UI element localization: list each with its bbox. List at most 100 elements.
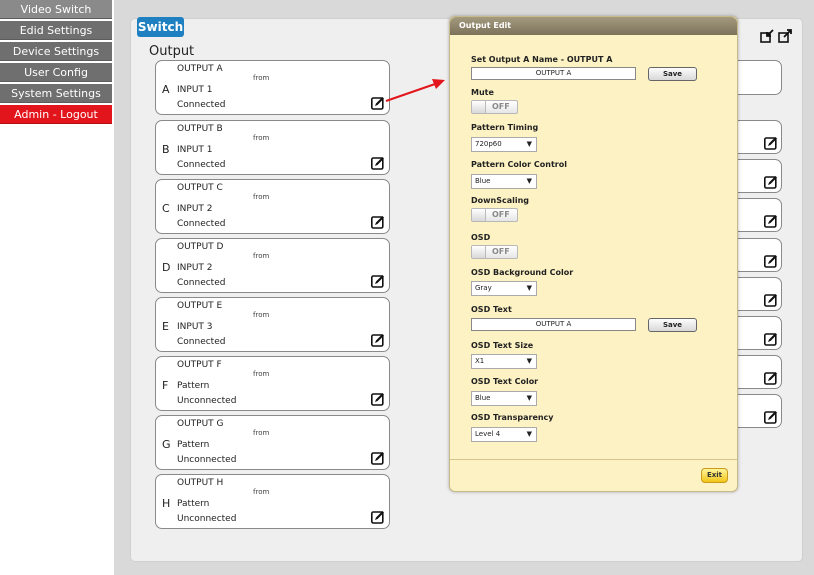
from-label: from [253,429,270,437]
from-label: from [253,370,270,378]
exit-button[interactable]: Exit [701,468,728,483]
edit-icon[interactable] [764,135,778,150]
sidebar-item-video-switch[interactable]: Video Switch [0,0,112,19]
edit-icon[interactable] [371,450,385,465]
output-letter: A [162,83,170,96]
sidebar: Video Switch Edid Settings Device Settin… [0,0,112,126]
save-name-button[interactable]: Save [648,67,697,81]
output-letter: B [162,143,170,156]
output-letter: H [162,497,171,510]
output-source: Pattern [177,440,210,450]
edit-icon[interactable] [371,95,385,110]
output-status: Unconnected [177,455,237,465]
input-card [738,394,782,428]
from-label: from [253,252,270,260]
output-name: OUTPUT H [177,478,224,488]
output-edit-dialog: Output Edit Set Output A Name - OUTPUT A… [449,16,738,492]
output-name: OUTPUT F [177,360,222,370]
from-label: from [253,74,270,82]
sidebar-item-device-settings[interactable]: Device Settings [0,42,112,61]
output-source: INPUT 2 [177,263,213,273]
osd-transparency-select[interactable]: Level 4 ▼ [471,427,537,442]
edit-icon[interactable] [371,332,385,347]
output-name: OUTPUT A [177,64,223,74]
downscaling-toggle[interactable]: OFF [471,208,518,222]
output-name: OUTPUT B [177,124,223,134]
output-name-field[interactable]: OUTPUT A [471,67,636,80]
mute-label: Mute [471,88,494,97]
osd-text-color-select[interactable]: Blue ▼ [471,391,537,406]
from-label: from [253,311,270,319]
edit-icon[interactable] [371,155,385,170]
output-letter: F [162,379,169,392]
output-source: INPUT 1 [177,85,213,95]
sidebar-item-admin-logout[interactable]: Admin - Logout [0,105,112,124]
chevron-down-icon: ▼ [526,430,532,438]
edit-icon[interactable] [371,391,385,406]
input-card [738,60,782,95]
output-source: Pattern [177,381,210,391]
edit-icon[interactable] [764,174,778,189]
pattern-timing-label: Pattern Timing [471,123,539,132]
osd-bg-color-select[interactable]: Gray ▼ [471,281,537,296]
osd-transparency-label: OSD Transparency [471,413,554,422]
input-card [738,277,782,311]
select-value: 720p60 [475,140,502,148]
toggle-knob [472,101,486,113]
output-card: E OUTPUT E from INPUT 3 Connected [155,297,390,352]
output-status: Connected [177,278,226,288]
output-status: Connected [177,337,226,347]
output-letter: G [162,438,171,451]
edit-icon[interactable] [764,409,778,424]
output-name: OUTPUT D [177,242,224,252]
from-label: from [253,488,270,496]
dialog-divider [450,459,737,460]
edit-icon[interactable] [371,509,385,524]
save-osd-text-button[interactable]: Save [648,318,697,332]
input-card [738,120,782,154]
output-name: OUTPUT E [177,301,223,311]
output-status: Unconnected [177,396,237,406]
mute-toggle[interactable]: OFF [471,100,518,114]
chevron-down-icon: ▼ [526,140,532,148]
output-status: Connected [177,160,226,170]
sidebar-item-user-config[interactable]: User Config [0,63,112,82]
edit-icon[interactable] [764,253,778,268]
app-root: Video Switch Edid Settings Device Settin… [0,0,814,575]
osd-bg-color-label: OSD Background Color [471,268,574,277]
osd-toggle[interactable]: OFF [471,245,518,259]
output-source: INPUT 1 [177,145,213,155]
input-card [738,159,782,193]
chevron-down-icon: ▼ [526,357,532,365]
sidebar-item-edid-settings[interactable]: Edid Settings [0,21,112,40]
import-icon[interactable] [760,28,774,43]
edit-icon[interactable] [764,331,778,346]
edit-icon[interactable] [371,273,385,288]
set-name-label: Set Output A Name - OUTPUT A [471,55,613,64]
chevron-down-icon: ▼ [526,284,532,292]
from-label: from [253,134,270,142]
edit-icon[interactable] [371,214,385,229]
edit-icon[interactable] [764,213,778,228]
output-section-title: Output [149,44,195,59]
output-name: OUTPUT G [177,419,224,429]
sidebar-item-system-settings[interactable]: System Settings [0,84,112,103]
dialog-title[interactable]: Output Edit [450,17,737,35]
chevron-down-icon: ▼ [526,177,532,185]
output-card: G OUTPUT G from Pattern Unconnected [155,415,390,470]
select-value: X1 [475,357,485,365]
toggle-state: OFF [492,247,510,256]
pattern-timing-select[interactable]: 720p60 ▼ [471,137,537,152]
output-letter: D [162,261,171,274]
osd-text-size-select[interactable]: X1 ▼ [471,354,537,369]
output-name: OUTPUT C [177,183,223,193]
osd-text-field[interactable]: OUTPUT A [471,318,636,331]
select-value: Level 4 [475,430,501,438]
tab-switch[interactable]: Switch [137,17,184,37]
select-value: Blue [475,177,491,185]
export-icon[interactable] [778,28,792,43]
edit-icon[interactable] [764,292,778,307]
output-card: B OUTPUT B from INPUT 1 Connected [155,120,390,175]
edit-icon[interactable] [764,370,778,385]
pattern-color-select[interactable]: Blue ▼ [471,174,537,189]
